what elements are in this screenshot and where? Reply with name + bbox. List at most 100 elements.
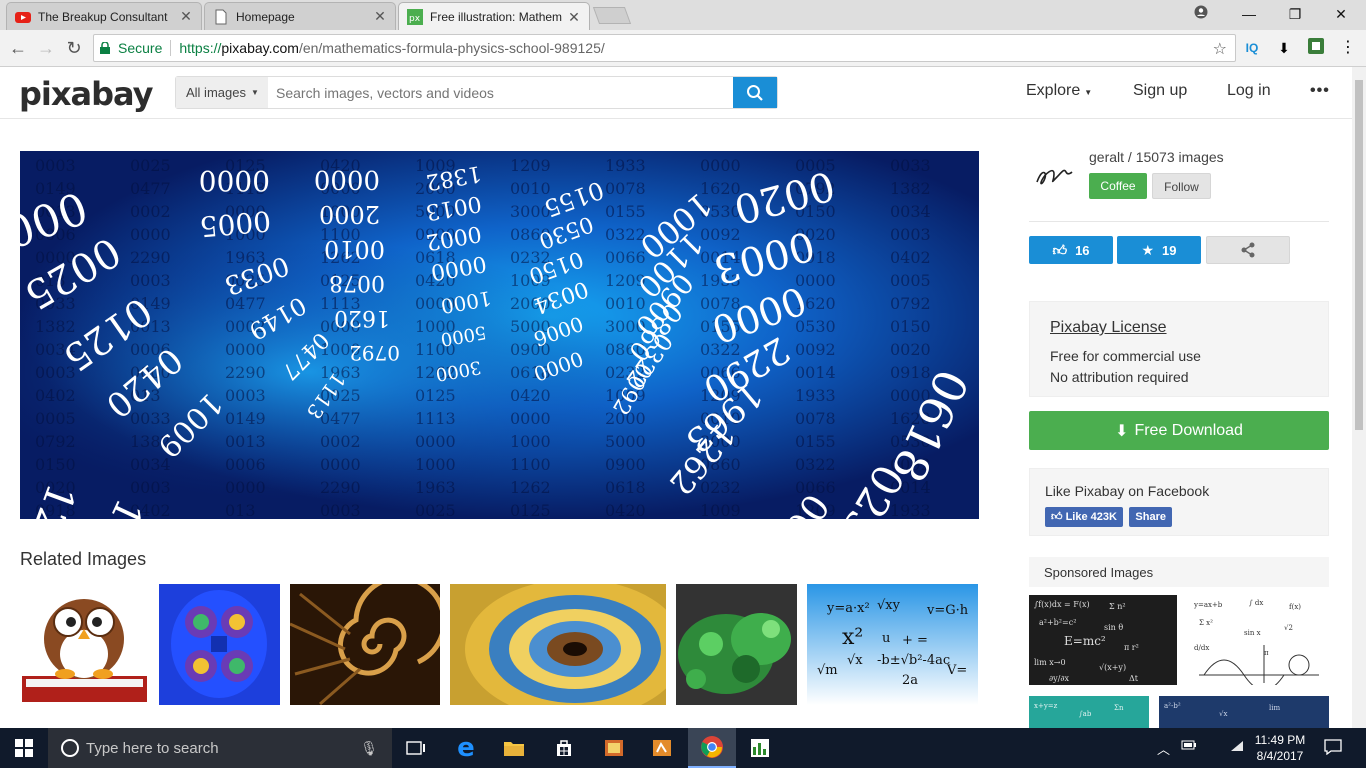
math-formulas-image: y=a·x² √xy v=G·h x² u + = √m √x -b±√b²-4ac 2a V…	[807, 584, 978, 705]
related-image-owl[interactable]	[20, 584, 149, 705]
hero-number: 0078	[329, 270, 385, 295]
download-extension-icon[interactable]: ⬇	[1274, 38, 1294, 58]
app-icon[interactable]	[638, 728, 686, 768]
background-digit: 0000	[700, 156, 741, 175]
site-header: pixabay All images ▼ Explore▼ Sign up Lo…	[0, 67, 1352, 119]
new-tab-button[interactable]	[592, 7, 632, 24]
sponsored-image-navy[interactable]: a²-b² √x lim	[1159, 696, 1329, 728]
svg-text:lim: lim	[1269, 704, 1280, 712]
action-center-icon[interactable]	[1324, 739, 1342, 758]
sponsored-image-chalkboard[interactable]: ∫f(x)dx = F(x) Σ n² a²+b²=c² sin θ E=mc² π …	[1029, 595, 1177, 685]
taskbar-clock[interactable]: 11:49 PM 8/4/2017	[1249, 732, 1311, 764]
nav-explore[interactable]: Explore ▼	[1026, 82, 1092, 100]
svg-text:√(x+y): √(x+y)	[1099, 663, 1126, 672]
close-tab-icon[interactable]: ✕	[373, 8, 387, 25]
related-image-fractal-blue[interactable]	[159, 584, 280, 705]
hero-number: 0000	[314, 164, 380, 194]
hero-number: 1620	[334, 305, 390, 330]
svg-text:∫f(x)dx = F(x): ∫f(x)dx = F(x)	[1034, 600, 1090, 609]
nav-login[interactable]: Log in	[1227, 82, 1271, 100]
search-filter-label: All images	[186, 85, 246, 100]
coffee-button[interactable]: Coffee	[1089, 173, 1147, 199]
extension-icon[interactable]	[1306, 38, 1326, 58]
nav-signup[interactable]: Sign up	[1133, 82, 1187, 100]
license-title[interactable]: Pixabay License	[1050, 319, 1308, 337]
more-menu-icon[interactable]: •••	[1310, 82, 1330, 100]
share-button[interactable]	[1206, 236, 1290, 264]
close-tab-icon[interactable]: ✕	[179, 8, 193, 25]
background-digit: 5000	[605, 432, 646, 451]
address-bar[interactable]: Secure https:// pixabay.com /en/mathemat…	[93, 34, 1236, 62]
reload-icon[interactable]: ↻	[62, 36, 86, 60]
bookmark-star-icon[interactable]: ☆	[1213, 39, 1227, 59]
tab-pixabay[interactable]: px Free illustration: Mathem ✕	[398, 2, 590, 31]
taskbar-search-box[interactable]: Type here to search 🎙︎	[48, 728, 392, 768]
clock-time: 11:49 PM	[1254, 733, 1306, 747]
related-image-fractal-green[interactable]	[676, 584, 797, 705]
nav-explore-label: Explore	[1026, 82, 1081, 99]
like-button[interactable]: 👍︎ 16	[1029, 236, 1113, 264]
favorite-button[interactable]: ★ 19	[1117, 236, 1201, 264]
page-scrollbar[interactable]	[1352, 67, 1366, 728]
related-image-spiral-gold[interactable]	[290, 584, 440, 705]
tab-homepage[interactable]: Homepage ✕	[204, 2, 396, 30]
forward-icon[interactable]: →	[34, 36, 58, 60]
background-digit: 0402	[35, 386, 76, 405]
main-image[interactable]: 0003 0025 0125 0420 1009 1209 1933 0000 0005 0033…	[20, 151, 979, 519]
task-view-icon[interactable]	[392, 728, 440, 768]
search-button[interactable]	[733, 77, 777, 108]
sponsored-image-teal[interactable]: x+y=z ∫ab Σn	[1029, 696, 1149, 728]
spiral-gold-image	[290, 584, 440, 705]
search-input[interactable]	[268, 77, 733, 108]
background-digit: 0322	[795, 455, 836, 474]
paint-app-icon[interactable]	[590, 728, 638, 768]
follow-button[interactable]: Follow	[1152, 173, 1211, 199]
file-explorer-icon[interactable]	[490, 728, 538, 768]
store-icon[interactable]	[540, 728, 588, 768]
background-digit: 0900	[605, 455, 646, 474]
restore-icon[interactable]: ❐	[1284, 4, 1306, 24]
search-filter-dropdown[interactable]: All images ▼	[176, 77, 268, 108]
free-download-button[interactable]: ⬇ Free Download	[1029, 411, 1329, 450]
hero-number: 0005	[198, 204, 272, 243]
related-image-fractal-spiral[interactable]	[450, 584, 666, 705]
show-hidden-icons-icon[interactable]: ︿	[1157, 739, 1170, 758]
spreadsheet-app-icon[interactable]	[736, 728, 784, 768]
hero-number: 2000	[319, 200, 380, 228]
start-button[interactable]	[0, 728, 48, 768]
svg-text:y=ax+b: y=ax+b	[1193, 601, 1223, 609]
related-image-math-formulas[interactable]: y=a·x² √xy v=G·h x² u + = √m √x -b±√b²-4ac 2a V…	[807, 584, 978, 705]
background-digit: 1933	[605, 156, 646, 175]
iq-extension-icon[interactable]: IQ	[1242, 38, 1262, 58]
chrome-menu-icon[interactable]: ⋮	[1338, 38, 1358, 58]
chrome-taskbar-icon[interactable]	[688, 728, 736, 768]
battery-icon[interactable]	[1181, 739, 1197, 754]
svg-text:f(x): f(x)	[1289, 603, 1301, 611]
svg-text:lim x→0: lim x→0	[1034, 658, 1066, 667]
browser-tab-strip: The Breakup Consultant ✕ Homepage ✕ px F…	[0, 0, 1366, 31]
close-window-icon[interactable]: ✕	[1330, 4, 1352, 24]
wifi-icon[interactable]	[1229, 739, 1245, 756]
author-avatar[interactable]	[1034, 160, 1078, 193]
author-name[interactable]: geralt / 15073 images	[1089, 149, 1224, 165]
background-digit: 0014	[795, 363, 836, 382]
background-digit: 0078	[795, 409, 836, 428]
minimize-icon[interactable]: —	[1238, 4, 1260, 24]
edge-browser-icon[interactable]: e	[442, 728, 490, 768]
background-digit: 0025	[130, 156, 171, 175]
pixabay-logo[interactable]: pixabay	[19, 75, 153, 113]
sponsored-image-formulas-white[interactable]: y=ax+b ∫ dx f(x) Σ x² sin x √2 d/dx π	[1189, 595, 1329, 685]
facebook-share-button[interactable]: Share	[1129, 507, 1172, 527]
tab-breakup-consultant[interactable]: The Breakup Consultant ✕	[6, 2, 202, 30]
microphone-icon[interactable]: 🎙︎	[360, 740, 378, 757]
back-icon[interactable]: ←	[6, 36, 30, 60]
background-digit: 1209	[510, 156, 551, 175]
facebook-like-button[interactable]: 👍︎ Like 423K	[1045, 507, 1123, 527]
background-digit: 0002	[320, 432, 361, 451]
background-digit: 0792	[35, 432, 76, 451]
share-icon	[1241, 242, 1255, 258]
profile-icon[interactable]	[1190, 4, 1212, 24]
scrollbar-thumb[interactable]	[1355, 80, 1363, 430]
background-digit: 0003	[35, 363, 76, 382]
close-tab-icon[interactable]: ✕	[567, 9, 581, 26]
